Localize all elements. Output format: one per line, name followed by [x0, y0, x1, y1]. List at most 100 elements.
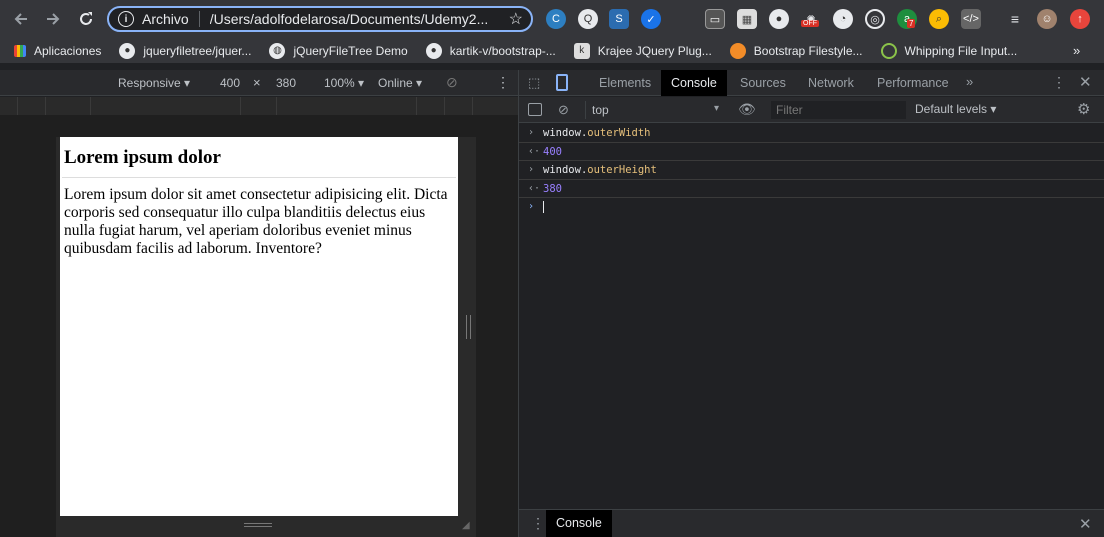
bookmark-label: jqueryfiletree/jquer...	[143, 43, 252, 58]
address-separator	[198, 11, 200, 27]
forward-arrow-icon[interactable]	[41, 7, 65, 31]
more-bookmarks-icon[interactable]: »	[1073, 43, 1080, 58]
bookmark-label: Whipping File Input...	[904, 43, 1018, 58]
expression-object: window	[543, 127, 581, 139]
bookmark-item[interactable]: k Krajee JQuery Plug...	[573, 42, 712, 59]
context-dropdown-icon: ▾	[713, 103, 719, 114]
eye-icon[interactable]: 👁	[738, 101, 756, 118]
reload-icon[interactable]	[74, 7, 98, 31]
bottom-resize-handle[interactable]	[244, 523, 272, 527]
bookmark-apps[interactable]: Aplicaciones	[14, 44, 101, 58]
extension-magnifier-icon[interactable]: ⌕	[929, 9, 949, 29]
extension-check-icon[interactable]: ✓	[641, 9, 661, 29]
extension-badge: 7	[907, 19, 916, 28]
media-list-icon[interactable]: ≡	[1005, 9, 1025, 29]
network-dropdown[interactable]: Online ▾	[378, 76, 422, 90]
expression-property: outerHeight	[587, 164, 657, 176]
extension-target-icon[interactable]: ◎	[865, 9, 885, 29]
address-bar[interactable]: i Archivo /Users/adolfodelarosa/Document…	[107, 6, 533, 32]
filestyle-icon	[729, 42, 746, 59]
rotate-icon[interactable]: ⊘	[446, 74, 458, 91]
log-levels-dropdown[interactable]: Default levels ▾	[915, 102, 996, 116]
console-toolbar: ⊘ top ▾ 👁 Filter Default levels ▾ ⚙	[519, 97, 1104, 123]
tab-console[interactable]: Console	[661, 70, 727, 96]
result-value: 380	[543, 182, 562, 195]
tab-network[interactable]: Network	[798, 70, 864, 96]
console-output: › window.outerWidth ‹· 400 › window.oute…	[519, 124, 1104, 509]
close-drawer-icon[interactable]: ✕	[1079, 515, 1092, 533]
text-cursor	[543, 201, 544, 213]
emulated-page: Lorem ipsum dolor Lorem ipsum dolor sit …	[60, 137, 458, 516]
extension-s-icon[interactable]: S	[609, 9, 629, 29]
page-heading: Lorem ipsum dolor	[62, 145, 456, 178]
levels-label: Default levels	[915, 102, 988, 116]
device-more-icon[interactable]: ⋮	[496, 74, 510, 91]
apps-grid-icon	[14, 44, 26, 57]
prompt-chevron-icon: ›	[528, 201, 535, 212]
extension-terminal-icon[interactable]: ▭	[705, 9, 725, 29]
drawer-tab-console[interactable]: Console	[546, 510, 612, 537]
console-input-line: › window.outerWidth	[519, 124, 1104, 143]
settings-gear-icon[interactable]: ⚙	[1077, 100, 1090, 118]
clear-console-icon[interactable]: ⊘	[558, 102, 569, 118]
tab-sources[interactable]: Sources	[730, 70, 796, 96]
corner-resize-handle[interactable]: ◢	[462, 520, 470, 531]
browser-toolbar: i Archivo /Users/adolfodelarosa/Document…	[0, 0, 1104, 38]
device-toggle-icon[interactable]	[556, 74, 568, 91]
bookmark-label: Bootstrap Filestyle...	[753, 43, 863, 58]
bookmark-item[interactable]: Bootstrap Filestyle...	[729, 42, 863, 59]
width-input[interactable]: 400	[220, 76, 240, 90]
bookmark-item[interactable]: ● jqueryfiletree/jquer...	[119, 42, 252, 59]
extension-a-icon[interactable]: a 7	[897, 9, 917, 29]
right-resize-handle[interactable]	[466, 315, 471, 339]
input-chevron-icon: ›	[528, 164, 535, 175]
extension-circle-icon[interactable]: ●	[769, 9, 789, 29]
bookmark-label: kartik-v/bootstrap-...	[449, 43, 556, 58]
tab-elements[interactable]: Elements	[589, 70, 661, 96]
console-input-line: › window.outerHeight	[519, 161, 1104, 180]
result-arrow-icon: ‹·	[528, 145, 541, 157]
back-arrow-icon[interactable]	[9, 7, 33, 31]
context-selector[interactable]: top ▾	[585, 101, 723, 119]
filter-placeholder: Filter	[776, 103, 803, 117]
network-label: Online	[378, 76, 413, 90]
height-input[interactable]: 380	[276, 76, 296, 90]
page-paragraph: Lorem ipsum dolor sit amet consectetur a…	[64, 186, 448, 257]
tab-performance[interactable]: Performance	[867, 70, 959, 96]
more-tabs-icon[interactable]: »	[966, 74, 973, 89]
info-icon[interactable]: i	[118, 11, 134, 27]
result-arrow-icon: ‹·	[528, 182, 541, 194]
device-mode-dropdown[interactable]: Responsive ▾	[118, 76, 190, 90]
address-url[interactable]: /Users/adolfodelarosa/Documents/Udemy2..…	[210, 11, 509, 27]
close-devtools-icon[interactable]: ✕	[1079, 73, 1092, 91]
bookmark-star-icon[interactable]: ☆	[509, 9, 523, 29]
bookmark-label: Krajee JQuery Plug...	[597, 43, 712, 58]
device-mode-label: Responsive	[118, 76, 181, 90]
extension-table-icon[interactable]: ▦	[737, 9, 757, 29]
sidebar-toggle-icon[interactable]	[528, 103, 542, 116]
extension-off-icon[interactable]: OFF ✺	[801, 9, 821, 29]
zoom-dropdown[interactable]: 100% ▾	[324, 76, 364, 90]
devtools-tabbar: ⬚ Elements Console Sources Network Perfo…	[519, 70, 1104, 96]
address-scheme: Archivo	[142, 11, 189, 27]
dimension-separator: ×	[253, 75, 261, 90]
expression-object: window	[543, 164, 581, 176]
update-icon[interactable]: ↑	[1070, 9, 1090, 29]
inspect-element-icon[interactable]: ⬚	[528, 75, 540, 91]
extension-c-icon[interactable]: C	[546, 9, 566, 29]
avatar[interactable]: ☺	[1037, 9, 1057, 29]
extension-search-icon[interactable]: Q	[578, 9, 598, 29]
extension-off-badge: OFF	[801, 20, 819, 27]
bookmark-label: jQueryFileTree Demo	[293, 43, 408, 58]
extension-clock-icon[interactable]: ◔	[833, 9, 853, 29]
bookmark-item[interactable]: ◍ jQueryFileTree Demo	[269, 42, 408, 59]
media-query-ruler	[0, 97, 519, 115]
console-prompt[interactable]: ›	[519, 198, 1104, 217]
extension-code-icon[interactable]: </>	[961, 9, 981, 29]
bookmark-item[interactable]: Whipping File Input...	[880, 42, 1018, 59]
drawer-menu-icon[interactable]: ⋮	[531, 515, 545, 532]
bookmark-item[interactable]: ● kartik-v/bootstrap-...	[425, 42, 556, 59]
bookmark-label: Aplicaciones	[34, 43, 102, 58]
filter-input[interactable]: Filter	[771, 101, 906, 119]
devtools-menu-icon[interactable]: ⋮	[1052, 74, 1066, 91]
